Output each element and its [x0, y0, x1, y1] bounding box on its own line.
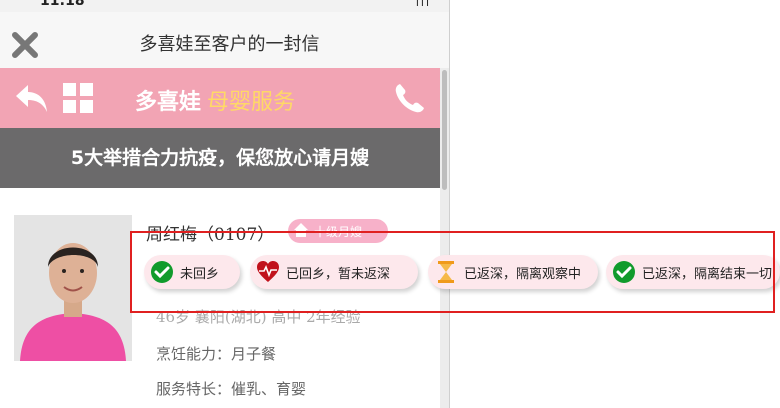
signal-icon: ııl	[415, 0, 431, 9]
promo-banner[interactable]: 5大举措合力抗疫，保您放心请月嫂	[0, 128, 440, 188]
cooking-label: 烹饪能力：	[156, 345, 232, 363]
skills-value: 催乳、育婴	[231, 380, 307, 398]
status-bar: 11:18 ııl	[0, 0, 449, 12]
title-bar: 多喜娃至客户的一封信	[0, 12, 449, 68]
brand-logo: 多喜娃 母婴服务	[135, 84, 295, 116]
grid-menu-icon[interactable]	[62, 82, 94, 114]
brand-subtitle: 母婴服务	[207, 90, 296, 115]
brand-name: 多喜娃	[135, 90, 202, 115]
cooking-ability: 烹饪能力：月子餐	[156, 343, 276, 364]
page-title: 多喜娃至客户的一封信	[139, 34, 320, 55]
service-specialty: 服务特长：催乳、育婴	[156, 378, 306, 399]
divider	[449, 0, 450, 408]
scrollbar-thumb[interactable]	[442, 70, 447, 190]
caregiver-avatar[interactable]	[14, 215, 132, 361]
nav-bar: 多喜娃 母婴服务	[0, 68, 440, 128]
phone-icon[interactable]	[392, 82, 426, 116]
skills-label: 服务特长：	[156, 380, 232, 398]
cooking-value: 月子餐	[231, 345, 277, 363]
phone-screen: 11:18 ııl 多喜娃至客户的一封信 多喜娃 母婴服务 5大举措合力抗疫，保您…	[0, 0, 449, 408]
back-arrow-icon[interactable]	[14, 81, 50, 115]
status-time: 11:18	[40, 0, 85, 9]
highlight-box	[130, 231, 775, 313]
